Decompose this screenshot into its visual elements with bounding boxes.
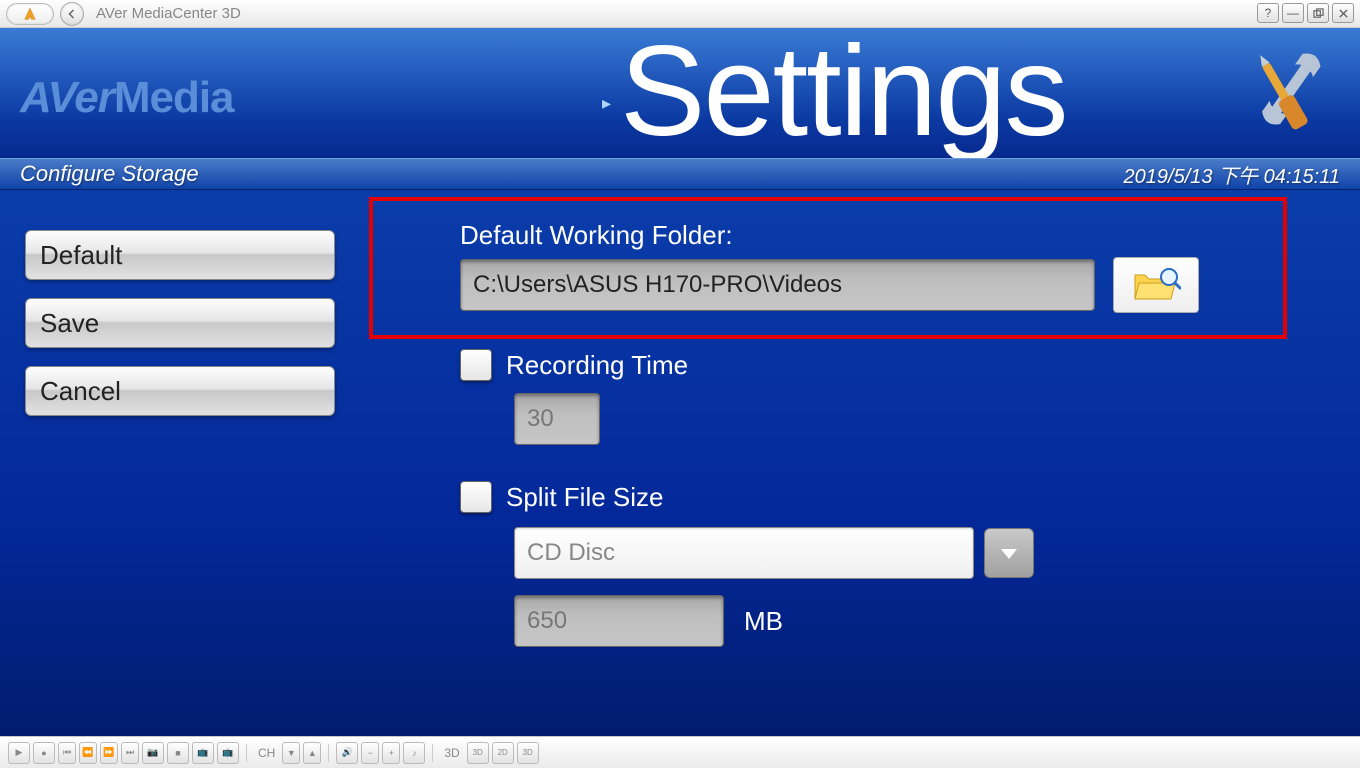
volume-up-button[interactable]: + [382, 742, 400, 764]
close-button[interactable] [1332, 3, 1354, 23]
tv1-button[interactable]: 📺 [192, 742, 214, 764]
recording-time-input[interactable]: 30 [514, 393, 600, 445]
play-icon: ▶ [16, 747, 23, 758]
chevron-up-icon: ▲ [308, 748, 317, 758]
settings-tools-icon [1230, 43, 1340, 153]
folder-path-input[interactable]: C:\Users\ASUS H170-PRO\Videos [460, 259, 1095, 311]
minus-icon: − [368, 748, 373, 758]
split-file-checkbox[interactable] [460, 481, 492, 513]
brand-logo: AVerMedia [20, 73, 234, 123]
minimize-button[interactable]: — [1282, 3, 1304, 23]
channel-up-button[interactable]: ▲ [303, 742, 321, 764]
forward-icon: ⏩ [103, 747, 114, 758]
chevron-down-icon [997, 541, 1021, 565]
stop-button[interactable]: ■ [167, 742, 189, 764]
plus-icon: + [389, 748, 394, 758]
snapshot-button[interactable]: 📷 [142, 742, 164, 764]
skip-back-icon: ⏮ [63, 747, 71, 758]
back-button[interactable] [60, 2, 84, 26]
bottom-toolbar: ▶ ● ⏮ ⏪ ⏩ ⏭ 📷 ■ 📺 📺 CH ▼ ▲ 🔊 − + ♪ 3D 3D… [0, 736, 1360, 768]
browse-folder-button[interactable] [1113, 257, 1199, 313]
chevron-down-icon: ▼ [287, 748, 296, 758]
stop-icon: ■ [175, 748, 180, 758]
3d-label: 3D [444, 746, 459, 760]
rewind-button[interactable]: ⏪ [79, 742, 97, 764]
cancel-button[interactable]: Cancel [25, 366, 335, 416]
forward-button[interactable]: ⏩ [100, 742, 118, 764]
channel-label: CH [258, 746, 275, 760]
help-icon: ? [1265, 6, 1272, 20]
page-title: Settings [620, 28, 1067, 158]
size-unit-label: MB [744, 606, 783, 637]
music-icon: ♪ [412, 748, 417, 758]
header: AVerMedia ▸ Settings [0, 28, 1360, 158]
recording-time-checkbox[interactable] [460, 349, 492, 381]
separator [246, 744, 247, 762]
record-button[interactable]: ● [33, 742, 55, 764]
music-button[interactable]: ♪ [403, 742, 425, 764]
storage-form: Default Working Folder: C:\Users\ASUS H1… [460, 220, 1199, 647]
volume-down-button[interactable]: − [361, 742, 379, 764]
window-title: AVer MediaCenter 3D [96, 5, 241, 22]
default-button[interactable]: Default [25, 230, 335, 280]
skip-forward-button[interactable]: ⏭ [121, 742, 139, 764]
main-body: Default Save Cancel Default Working Fold… [0, 190, 1360, 736]
mute-button[interactable]: 🔊 [336, 742, 358, 764]
tv-icon: 📺 [222, 747, 233, 758]
timestamp: 2019/5/13 下午 04:15:11 [1124, 160, 1340, 189]
3d-mode1-button[interactable]: 3D [467, 742, 489, 764]
record-icon: ● [41, 748, 46, 758]
breadcrumb-arrow-icon: ▸ [602, 93, 611, 114]
split-size-dropdown[interactable]: CD Disc [514, 527, 974, 579]
app-logo-button[interactable] [6, 3, 54, 25]
folder-search-icon [1131, 265, 1181, 305]
app-logo-icon [22, 6, 38, 22]
rewind-icon: ⏪ [82, 747, 93, 758]
save-button[interactable]: Save [25, 298, 335, 348]
maximize-button[interactable] [1307, 3, 1329, 23]
split-file-label: Split File Size [506, 482, 664, 513]
3d-mode3-button[interactable]: 3D [517, 742, 539, 764]
separator [328, 744, 329, 762]
help-button[interactable]: ? [1257, 3, 1279, 23]
channel-down-button[interactable]: ▼ [282, 742, 300, 764]
tv2-button[interactable]: 📺 [217, 742, 239, 764]
subheader: Configure Storage 2019/5/13 下午 04:15:11 [0, 158, 1360, 190]
dropdown-toggle-button[interactable] [984, 528, 1034, 578]
camera-icon: 📷 [147, 747, 158, 758]
skip-forward-icon: ⏭ [126, 747, 134, 758]
play-button[interactable]: ▶ [8, 742, 30, 764]
folder-label: Default Working Folder: [460, 220, 1199, 251]
separator [432, 744, 433, 762]
close-icon [1338, 8, 1349, 19]
sidebar: Default Save Cancel [25, 230, 335, 416]
split-size-input[interactable]: 650 [514, 595, 724, 647]
skip-back-button[interactable]: ⏮ [58, 742, 76, 764]
tv-icon: 📺 [197, 747, 208, 758]
3d-mode2-button[interactable]: 2D [492, 742, 514, 764]
breadcrumb: Configure Storage [20, 161, 199, 187]
titlebar: AVer MediaCenter 3D ? — [0, 0, 1360, 28]
back-arrow-icon [66, 8, 78, 20]
recording-time-label: Recording Time [506, 350, 688, 381]
speaker-icon: 🔊 [342, 747, 353, 758]
maximize-icon [1313, 8, 1324, 19]
minimize-icon: — [1287, 6, 1299, 20]
